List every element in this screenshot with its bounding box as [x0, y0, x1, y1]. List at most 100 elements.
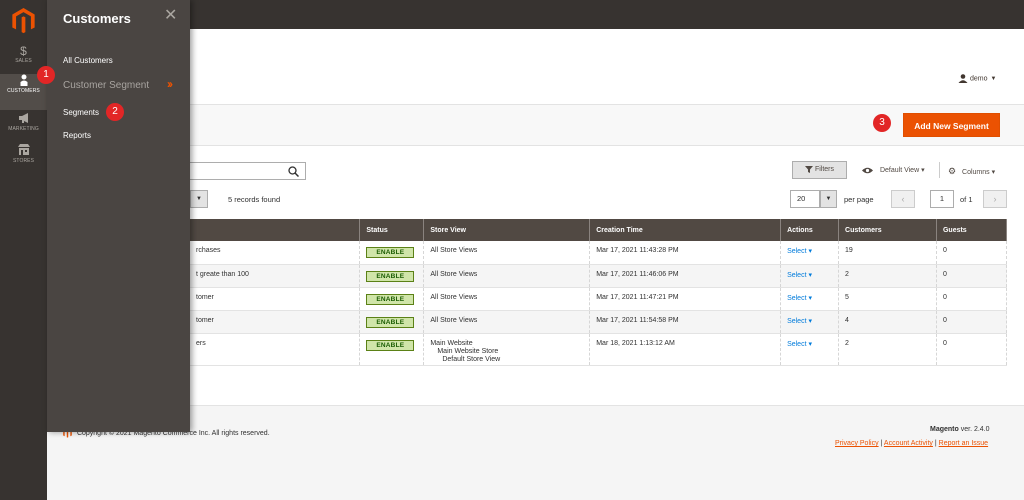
table-row[interactable]: tomer ENABLE All Store Views Mar 17, 202…: [190, 287, 1008, 311]
page-number-input[interactable]: 1: [930, 190, 954, 208]
status-badge: ENABLE: [366, 270, 415, 282]
menu-item-reports[interactable]: Reports: [63, 131, 91, 140]
account-activity-link[interactable]: Account Activity: [884, 440, 933, 447]
funnel-icon: [804, 165, 813, 173]
search-icon[interactable]: [288, 166, 299, 177]
add-new-segment-button[interactable]: Add New Segment: [903, 113, 1000, 137]
footer-links: Privacy Policy | Account Activity | Repo…: [835, 440, 989, 447]
double-chevron-right-icon: ››: [167, 77, 173, 91]
store-view: All Store Views: [423, 264, 591, 288]
table-row[interactable]: rchases ENABLE All Store Views Mar 17, 2…: [190, 241, 1008, 265]
customers-flyout-menu: Customers ✕ All Customers Customer Segme…: [47, 0, 190, 432]
per-page-label: per page: [844, 195, 874, 204]
store-view: All Store Views: [423, 287, 591, 311]
segment-name: ers: [190, 333, 361, 366]
top-bar: [47, 0, 1024, 29]
column-header-name[interactable]: [190, 219, 361, 241]
step-badge-3: 3: [873, 114, 891, 132]
flyout-title: Customers: [63, 11, 131, 26]
menu-item-segments[interactable]: Segments: [63, 108, 99, 117]
filters-button[interactable]: Filters: [792, 161, 847, 179]
guests-count: 0: [936, 310, 1008, 334]
customers-count: 19: [838, 241, 937, 265]
nav-item-marketing[interactable]: MARKETING: [0, 112, 47, 148]
status-badge: ENABLE: [366, 247, 415, 258]
columns-dropdown[interactable]: ⚙ Columns ▾: [948, 166, 995, 177]
caret-down-icon: ▾: [921, 167, 925, 174]
customers-count: 2: [838, 264, 937, 288]
chevron-right-icon: ›: [993, 194, 997, 204]
table-row[interactable]: ers ENABLE Main Website Main Website Sto…: [190, 333, 1008, 366]
user-account-menu[interactable]: demo ▼: [958, 74, 996, 83]
table-row[interactable]: tomer ENABLE All Store Views Mar 17, 202…: [190, 310, 1008, 334]
magento-version: Magento ver. 2.4.0: [930, 426, 990, 433]
privacy-policy-link[interactable]: Privacy Policy: [835, 440, 879, 447]
creation-time: Mar 17, 2021 11:47:21 PM: [589, 287, 782, 311]
guests-count: 0: [936, 287, 1008, 311]
row-action-select[interactable]: Select ▾: [787, 318, 812, 325]
next-page-button[interactable]: ›: [983, 190, 1007, 208]
gear-icon: ⚙: [948, 166, 957, 176]
customers-count: 5: [838, 287, 937, 311]
row-action-select[interactable]: Select ▾: [787, 341, 812, 348]
previous-page-button[interactable]: ‹: [891, 190, 915, 208]
dollar-icon: $: [20, 44, 27, 58]
nav-item-stores[interactable]: STORES: [0, 144, 47, 180]
segment-name: tomer: [190, 287, 361, 311]
close-icon[interactable]: ✕: [164, 8, 177, 24]
per-page-caret-button[interactable]: ▼: [820, 190, 837, 208]
step-badge-1: 1: [37, 66, 55, 84]
user-icon: [958, 74, 968, 83]
megaphone-icon: [0, 112, 47, 126]
eye-icon: [862, 167, 873, 173]
caret-down-icon: ▼: [196, 196, 202, 202]
status-badge: ENABLE: [366, 316, 415, 328]
creation-time: Mar 17, 2021 11:54:58 PM: [589, 310, 782, 334]
column-header-guests[interactable]: Guests: [936, 219, 1008, 241]
guests-count: 0: [936, 333, 1008, 366]
row-action-select[interactable]: Select ▾: [787, 295, 812, 302]
store-icon: [0, 144, 47, 158]
caret-down-icon: ▼: [990, 76, 997, 83]
magento-logo-icon[interactable]: [12, 8, 35, 34]
column-header-creation-time[interactable]: Creation Time: [589, 219, 782, 241]
store-view: Main Website Main Website Store Default …: [423, 333, 591, 366]
page-total: of 1: [960, 195, 973, 204]
creation-time: Mar 18, 2021 1:13:12 AM: [589, 333, 782, 366]
segment-name: tomer: [190, 310, 361, 334]
status-badge: ENABLE: [366, 339, 415, 351]
table-row[interactable]: t greate than 100 ENABLE All Store Views…: [190, 264, 1008, 288]
row-action-select[interactable]: Select ▾: [787, 248, 812, 255]
step-badge-2: 2: [106, 103, 124, 121]
per-page-select[interactable]: 20: [790, 190, 820, 208]
customers-count: 4: [838, 310, 937, 334]
creation-time: Mar 17, 2021 11:43:28 PM: [589, 241, 782, 265]
caret-down-icon: ▼: [825, 196, 832, 202]
mass-actions-dropdown[interactable]: ▼: [190, 190, 208, 208]
report-issue-link[interactable]: Report an Issue: [939, 440, 988, 447]
user-name: demo: [969, 75, 988, 83]
records-found: 5 records found: [228, 195, 281, 204]
customers-count: 2: [838, 333, 937, 366]
column-header-store-view[interactable]: Store View: [423, 219, 591, 241]
column-header-status[interactable]: Status: [359, 219, 425, 241]
caret-down-icon: ▾: [991, 169, 996, 176]
row-action-select[interactable]: Select ▾: [787, 272, 812, 279]
default-view-dropdown[interactable]: Default View ▾: [862, 166, 925, 174]
guests-count: 0: [936, 241, 1008, 265]
chevron-left-icon: ‹: [901, 194, 905, 204]
toolbar-divider: [939, 162, 940, 178]
segments-grid: Status Store View Creation Time Actions …: [190, 219, 1008, 366]
page-footer: [47, 405, 1024, 500]
store-view: All Store Views: [423, 310, 591, 334]
store-view: All Store Views: [423, 241, 591, 265]
menu-group-customer-segment: Customer Segment: [63, 80, 150, 91]
column-header-actions: Actions: [780, 219, 840, 241]
menu-item-all-customers[interactable]: All Customers: [63, 56, 113, 65]
segment-name: t greate than 100: [190, 264, 361, 288]
guests-count: 0: [936, 264, 1008, 288]
keyword-search-input[interactable]: [188, 162, 306, 180]
status-badge: ENABLE: [366, 293, 415, 305]
column-header-customers[interactable]: Customers: [838, 219, 937, 241]
creation-time: Mar 17, 2021 11:46:06 PM: [589, 264, 782, 288]
